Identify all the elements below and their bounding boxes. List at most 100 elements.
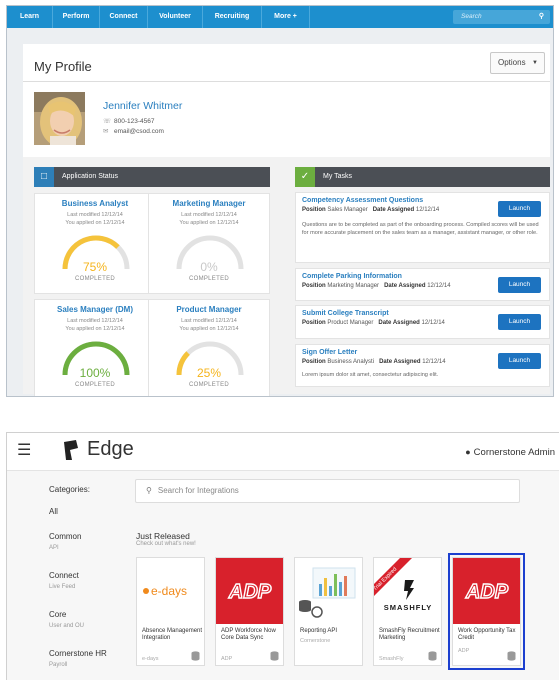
application-title[interactable]: Marketing Manager bbox=[149, 199, 269, 208]
task-title[interactable]: Competency Assessment Questions bbox=[302, 197, 423, 204]
date-label: Date Assigned bbox=[372, 207, 415, 213]
position-label: Position bbox=[302, 207, 326, 213]
task-meta: Position Business Analysti Date Assigned… bbox=[302, 359, 446, 365]
integration-tile[interactable]: SMASHFLY Trial Expired SmashFly Recruitm… bbox=[373, 557, 442, 666]
edays-logo-text: e-days bbox=[151, 584, 187, 598]
task-meta: Position Product Manager Date Assigned 1… bbox=[302, 320, 445, 326]
subcategory-payroll[interactable]: Payroll bbox=[49, 662, 67, 668]
nav-more[interactable]: More + bbox=[262, 6, 310, 28]
adp-logo-text: ADP bbox=[228, 581, 272, 603]
edge-logo bbox=[64, 440, 78, 460]
integration-tile[interactable]: ADP ADP Workforce Now Core Data Sync ADP bbox=[215, 557, 284, 666]
nav-recruiting[interactable]: Recruiting bbox=[203, 6, 262, 28]
integration-search-input[interactable]: ⚲ Search for Integrations bbox=[135, 479, 520, 503]
nav-connect[interactable]: Connect bbox=[100, 6, 148, 28]
application-title[interactable]: Sales Manager (DM) bbox=[35, 305, 155, 314]
smashfly-logo-text: SMASHFLY bbox=[384, 603, 433, 612]
nav-learn[interactable]: Learn bbox=[7, 6, 53, 28]
user-menu[interactable]: ● Cornerstone Admin bbox=[465, 447, 555, 458]
nav-perform[interactable]: Perform bbox=[53, 6, 100, 28]
categories-label: Categories: bbox=[49, 485, 90, 494]
database-icon bbox=[428, 651, 437, 661]
task-date: 12/12/14 bbox=[427, 283, 451, 289]
last-modified: Last modified 12/12/14 bbox=[181, 212, 237, 218]
smashfly-logo: SMASHFLY Trial Expired bbox=[374, 558, 441, 624]
task-meta: Position Sales Manager Date Assigned 12/… bbox=[302, 207, 439, 213]
last-modified: Last modified 12/12/14 bbox=[67, 212, 123, 218]
subcategory-user-and-ou[interactable]: User and OU bbox=[49, 623, 84, 629]
applied-date: You applied on 12/12/14 bbox=[179, 326, 239, 332]
talent-profile-window: Learn Perform Connect Volunteer Recruiti… bbox=[6, 5, 554, 397]
tile-name: Absence Management Integration bbox=[142, 628, 203, 641]
adp-logo-text: ADP bbox=[465, 581, 509, 603]
user-phone: ☏ 800-123-4567 bbox=[103, 117, 154, 125]
nav-volunteer[interactable]: Volunteer bbox=[148, 6, 203, 28]
task-date: 12/12/14 bbox=[421, 320, 445, 326]
task-position: Product Manager bbox=[327, 320, 374, 326]
options-dropdown-button[interactable]: Options ▼ bbox=[490, 52, 545, 74]
top-navigation-bar: Learn Perform Connect Volunteer Recruiti… bbox=[7, 6, 553, 28]
search-icon[interactable]: ⚲ bbox=[539, 10, 544, 24]
position-label: Position bbox=[302, 320, 326, 326]
envelope-icon: ✉ bbox=[103, 128, 109, 135]
task-description: Lorem ipsum dolor sit amet, consectetur … bbox=[302, 372, 439, 378]
launch-button[interactable]: Launch bbox=[498, 353, 541, 369]
database-icon bbox=[191, 651, 200, 661]
caret-down-icon: ▼ bbox=[532, 60, 538, 66]
integration-tile[interactable]: e-days Absence Management Integration e-… bbox=[136, 557, 205, 666]
application-card[interactable]: Business Analyst Last modified 12/12/14 … bbox=[34, 193, 156, 294]
application-card[interactable]: Sales Manager (DM) Last modified 12/12/1… bbox=[34, 299, 156, 396]
progress-percent: 100% bbox=[79, 366, 111, 380]
my-tasks-header: ✓ My Tasks bbox=[295, 167, 550, 187]
tile-name: SmashFly Recruitment Marketing bbox=[379, 628, 440, 641]
launch-button[interactable]: Launch bbox=[498, 201, 541, 217]
subcategory-live-feed[interactable]: Live Feed bbox=[49, 584, 75, 590]
task-item: Submit College Transcript Position Produ… bbox=[295, 305, 550, 339]
application-card[interactable]: Marketing Manager Last modified 12/12/14… bbox=[148, 193, 270, 294]
subcategory-api[interactable]: API bbox=[49, 545, 59, 551]
task-title[interactable]: Submit College Transcript bbox=[302, 310, 389, 317]
category-core[interactable]: Core bbox=[49, 610, 66, 619]
last-modified: Last modified 12/12/14 bbox=[181, 318, 237, 324]
tile-vendor: SmashFly bbox=[379, 656, 404, 662]
edge-header: ☰ Edge ● Cornerstone Admin bbox=[7, 433, 559, 471]
application-title[interactable]: Business Analyst bbox=[35, 199, 155, 208]
category-cornerstone-hr[interactable]: Cornerstone HR bbox=[49, 649, 107, 658]
progress-status: COMPLETED bbox=[74, 382, 116, 388]
options-label: Options bbox=[498, 58, 526, 67]
task-title[interactable]: Sign Offer Letter bbox=[302, 349, 357, 356]
global-search-input[interactable]: Search ⚲ bbox=[453, 10, 550, 24]
integration-tile-selected[interactable]: ADP Work Opportunity Tax Credit ADP bbox=[448, 553, 525, 670]
last-modified: Last modified 12/12/14 bbox=[67, 318, 123, 324]
phone-icon: ☏ bbox=[103, 118, 112, 125]
launch-button[interactable]: Launch bbox=[498, 277, 541, 293]
database-icon bbox=[507, 651, 516, 661]
divider bbox=[23, 81, 550, 82]
tile-vendor: Cornerstone bbox=[300, 638, 331, 644]
user-menu-name: Cornerstone Admin bbox=[473, 447, 555, 458]
application-title[interactable]: Product Manager bbox=[149, 305, 269, 314]
task-item: Complete Parking Information Position Ma… bbox=[295, 268, 550, 301]
category-connect[interactable]: Connect bbox=[49, 571, 79, 580]
avatar bbox=[34, 92, 85, 145]
progress-percent: 0% bbox=[200, 260, 218, 274]
task-description: Questions are to be completed as part of… bbox=[302, 222, 539, 236]
category-all[interactable]: All bbox=[49, 507, 58, 516]
applied-date: You applied on 12/12/14 bbox=[65, 326, 125, 332]
checkbox-icon: ✓ bbox=[295, 167, 315, 187]
task-title[interactable]: Complete Parking Information bbox=[302, 273, 402, 280]
position-label: Position bbox=[302, 283, 326, 289]
progress-percent: 25% bbox=[196, 366, 222, 380]
hamburger-menu-icon[interactable]: ☰ bbox=[17, 442, 31, 460]
task-meta: Position Marketing Manager Date Assigned… bbox=[302, 283, 451, 289]
launch-button[interactable]: Launch bbox=[498, 314, 541, 330]
position-label: Position bbox=[302, 359, 326, 365]
application-status-header: □ Application Status bbox=[34, 167, 270, 187]
application-card[interactable]: Product Manager Last modified 12/12/14 Y… bbox=[148, 299, 270, 396]
task-date: 12/12/14 bbox=[422, 359, 446, 365]
trial-expired-text: Trial Expired bbox=[374, 566, 398, 592]
category-common[interactable]: Common bbox=[49, 532, 81, 541]
integration-tile[interactable]: Reporting API Cornerstone bbox=[294, 557, 363, 666]
tile-name: Work Opportunity Tax Credit bbox=[458, 628, 516, 641]
tile-vendor: ADP bbox=[458, 648, 470, 654]
